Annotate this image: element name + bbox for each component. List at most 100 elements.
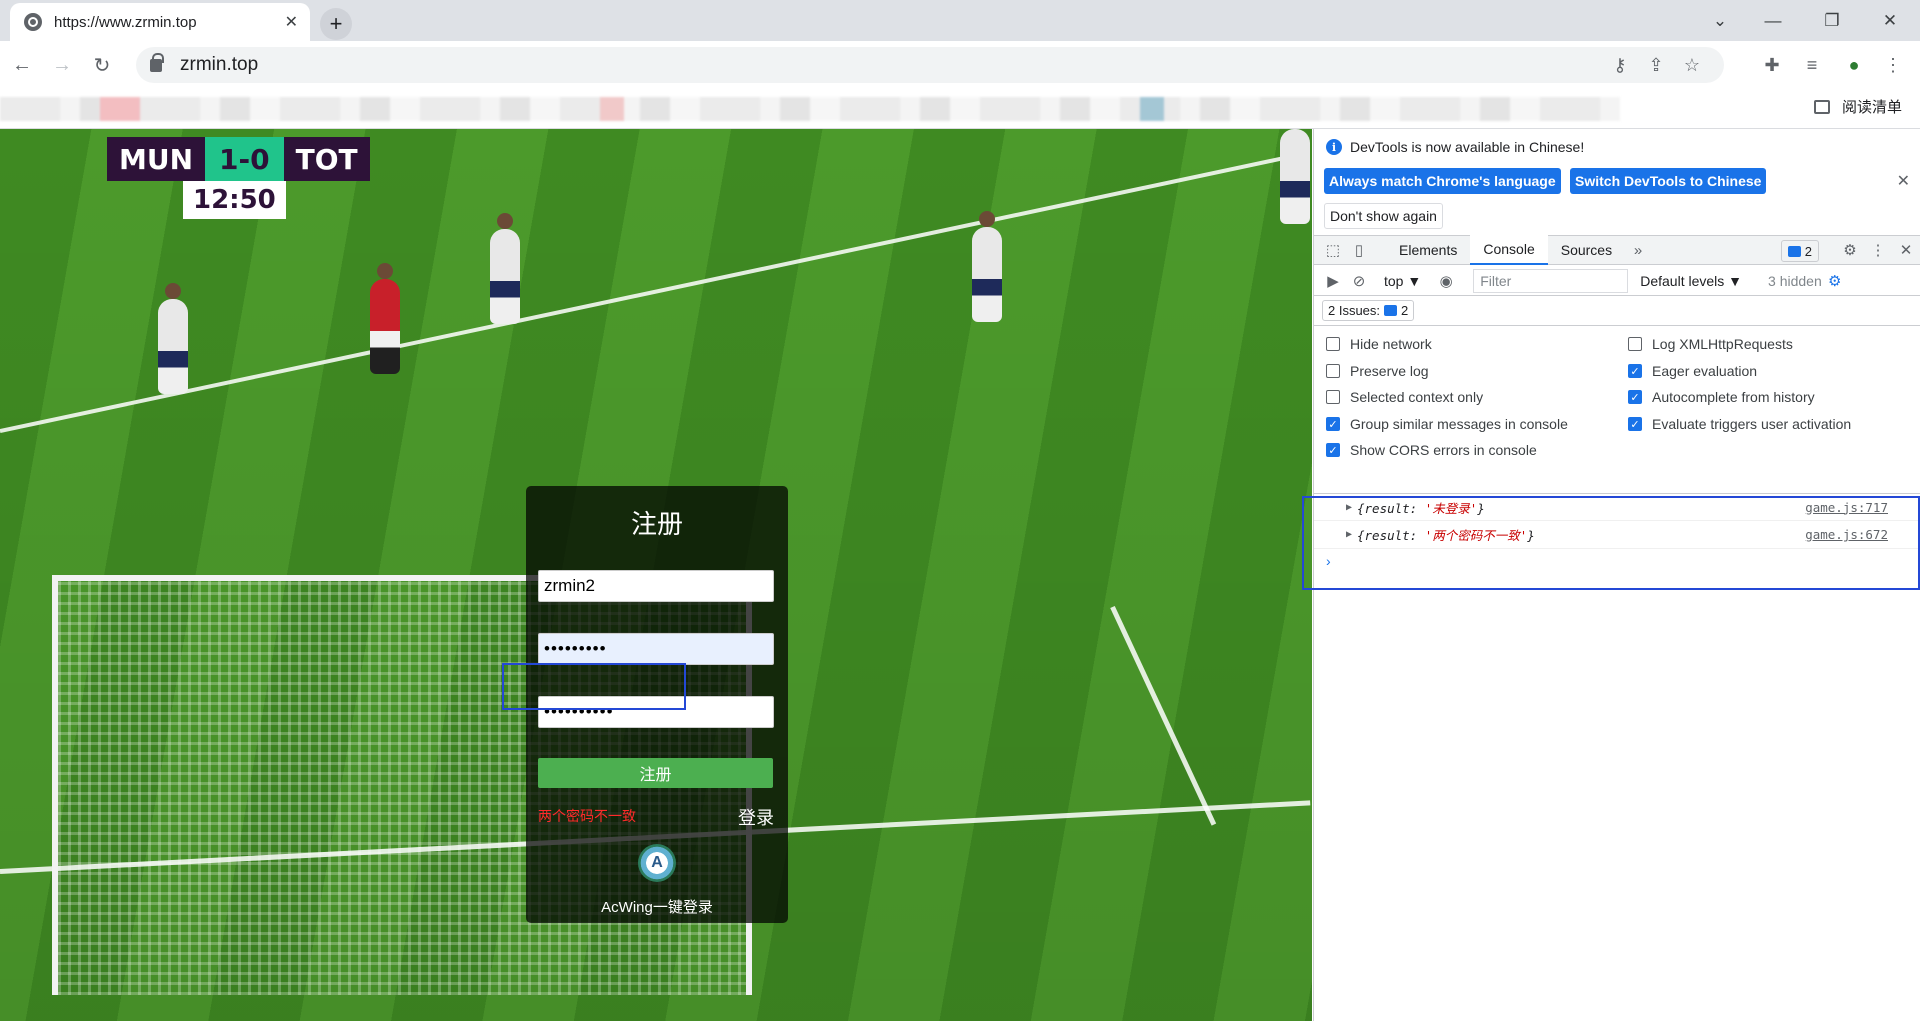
- option-label: Log XMLHttpRequests: [1652, 336, 1793, 352]
- checkbox-checked[interactable]: ✓: [1628, 417, 1642, 431]
- checkbox[interactable]: [1326, 364, 1340, 378]
- username-input[interactable]: zrmin2: [538, 570, 774, 602]
- checkbox[interactable]: [1326, 337, 1340, 351]
- option-label: Autocomplete from history: [1652, 389, 1815, 405]
- forward-icon[interactable]: →: [44, 47, 80, 83]
- checkbox[interactable]: [1628, 337, 1642, 351]
- option-selected-context[interactable]: Selected context only: [1326, 389, 1483, 405]
- restore-icon[interactable]: ❐: [1812, 6, 1852, 36]
- checkbox-checked[interactable]: ✓: [1326, 443, 1340, 457]
- option-show-cors[interactable]: ✓ Show CORS errors in console: [1326, 442, 1537, 458]
- option-label: Evaluate triggers user activation: [1652, 416, 1852, 432]
- issues-bar: 2 Issues: 2: [1314, 296, 1920, 326]
- login-link[interactable]: 登录: [738, 804, 774, 830]
- register-button[interactable]: 注册: [538, 758, 773, 788]
- password-input[interactable]: •••••••••: [538, 633, 774, 665]
- annotation-box: [1302, 496, 1920, 590]
- browser-tab[interactable]: https://www.zrmin.top ✕: [10, 3, 310, 41]
- error-message: 两个密码不一致: [538, 808, 636, 824]
- reload-icon[interactable]: ↻: [84, 47, 120, 83]
- checkbox-checked[interactable]: ✓: [1326, 417, 1340, 431]
- match-language-button[interactable]: Always match Chrome's language: [1324, 168, 1561, 194]
- issues-chip[interactable]: 2 Issues: 2: [1322, 300, 1415, 321]
- star-icon[interactable]: ☆: [1674, 55, 1710, 76]
- checkbox[interactable]: [1326, 390, 1340, 404]
- close-banner-icon[interactable]: ✕: [1897, 171, 1910, 191]
- issues-badge[interactable]: 2: [1780, 240, 1819, 262]
- tab-console[interactable]: Console: [1470, 235, 1548, 265]
- device-toolbar-icon[interactable]: ▯: [1346, 237, 1372, 263]
- scoreboard: MUN 1-0 TOT: [107, 137, 370, 181]
- chevron-down-icon[interactable]: ⌄: [1700, 6, 1740, 36]
- option-group-similar[interactable]: ✓ Group similar messages in console: [1326, 416, 1568, 432]
- kebab-menu-icon[interactable]: ⋮: [1865, 237, 1891, 263]
- tab-sources[interactable]: Sources: [1548, 235, 1625, 265]
- bookmarks-bar: [0, 89, 1920, 129]
- option-label: Hide network: [1350, 336, 1432, 352]
- media-icon[interactable]: ≡: [1793, 47, 1831, 83]
- option-autocomplete[interactable]: ✓ Autocomplete from history: [1628, 389, 1815, 405]
- share-icon[interactable]: ⇪: [1638, 55, 1674, 76]
- tab-strip: https://www.zrmin.top ✕ + ⌄ — ❐ ✕: [0, 0, 1920, 41]
- pitch-line: [1110, 605, 1217, 826]
- option-label: Group similar messages in console: [1350, 416, 1568, 432]
- blurred-bookmarks: [0, 97, 1620, 121]
- option-label: Selected context only: [1350, 389, 1484, 405]
- player: [972, 211, 1002, 322]
- checkbox-checked[interactable]: ✓: [1628, 364, 1642, 378]
- console-toolbar: ▶ ⊘ top ▼ ◉ Filter Default levels ▼ 3 hi…: [1314, 266, 1920, 296]
- acwing-logo-icon[interactable]: A: [638, 844, 676, 882]
- more-tabs-icon[interactable]: »: [1625, 237, 1651, 263]
- close-devtools-icon[interactable]: ✕: [1893, 237, 1919, 263]
- option-hide-network[interactable]: Hide network: [1326, 336, 1432, 352]
- filter-input[interactable]: Filter: [1473, 268, 1629, 293]
- menu-icon[interactable]: ⋮: [1874, 47, 1912, 83]
- lock-icon: [150, 52, 164, 72]
- option-preserve-log[interactable]: Preserve log: [1326, 363, 1429, 379]
- minimize-icon[interactable]: —: [1753, 6, 1793, 36]
- sidebar-toggle-icon[interactable]: ▶: [1320, 268, 1346, 294]
- register-title: 注册: [630, 509, 683, 539]
- match-clock: 12:50: [183, 181, 286, 219]
- close-window-icon[interactable]: ✕: [1870, 6, 1910, 36]
- new-tab-button[interactable]: +: [320, 8, 352, 40]
- profile-icon[interactable]: ●: [1835, 47, 1873, 83]
- checkbox-checked[interactable]: ✓: [1628, 390, 1642, 404]
- address-bar[interactable]: zrmin.top ⚷ ⇪ ☆: [136, 47, 1724, 83]
- back-icon[interactable]: ←: [4, 47, 40, 83]
- url-text[interactable]: zrmin.top: [180, 54, 1602, 76]
- option-label: Eager evaluation: [1652, 363, 1758, 379]
- option-label: Show CORS errors in console: [1350, 442, 1537, 458]
- devtools-info-banner: i DevTools is now available in Chinese!: [1326, 139, 1584, 155]
- gear-icon[interactable]: ⚙: [1837, 237, 1863, 263]
- inspect-icon[interactable]: ⬚: [1320, 237, 1346, 263]
- reading-list-icon: [1813, 99, 1830, 114]
- extensions-icon[interactable]: ✚: [1753, 47, 1791, 83]
- devtools-tab-bar: ⬚ ▯ Elements Console Sources » 2 ⚙ ⋮ ✕: [1314, 235, 1920, 265]
- dont-show-again-button[interactable]: Don't show again: [1324, 203, 1443, 229]
- issues-count: 2: [1401, 303, 1409, 318]
- tab-elements[interactable]: Elements: [1386, 235, 1470, 265]
- context-selector[interactable]: top ▼: [1384, 273, 1421, 289]
- reading-list-label: 阅读清单: [1841, 99, 1902, 116]
- globe-icon: [24, 13, 42, 31]
- hidden-count: 3 hidden: [1768, 272, 1822, 289]
- key-icon[interactable]: ⚷: [1602, 55, 1638, 76]
- annotation-box: [502, 663, 686, 710]
- option-log-xhr[interactable]: Log XMLHttpRequests: [1628, 336, 1793, 352]
- home-team: MUN: [107, 137, 206, 181]
- away-team: TOT: [283, 137, 370, 181]
- log-levels-dropdown[interactable]: Default levels ▼: [1640, 273, 1742, 289]
- close-tab-icon[interactable]: ✕: [285, 12, 298, 32]
- switch-chinese-button[interactable]: Switch DevTools to Chinese: [1570, 168, 1767, 194]
- message-icon: [1787, 245, 1801, 257]
- info-message: DevTools is now available in Chinese!: [1350, 139, 1585, 155]
- option-eager-eval[interactable]: ✓ Eager evaluation: [1628, 363, 1757, 379]
- reading-list-button[interactable]: 阅读清单: [1813, 96, 1902, 117]
- option-eval-triggers[interactable]: ✓ Evaluate triggers user activation: [1628, 416, 1851, 432]
- clear-console-icon[interactable]: ⊘: [1346, 268, 1372, 294]
- eye-icon[interactable]: ◉: [1433, 268, 1459, 294]
- acwing-login-label[interactable]: AcWing一键登录: [526, 896, 788, 917]
- console-settings-icon[interactable]: ⚙: [1822, 268, 1848, 294]
- game-background: MUN 1-0 TOT 12:50 注册 zrmin2 ••••••••• ••…: [0, 129, 1312, 1021]
